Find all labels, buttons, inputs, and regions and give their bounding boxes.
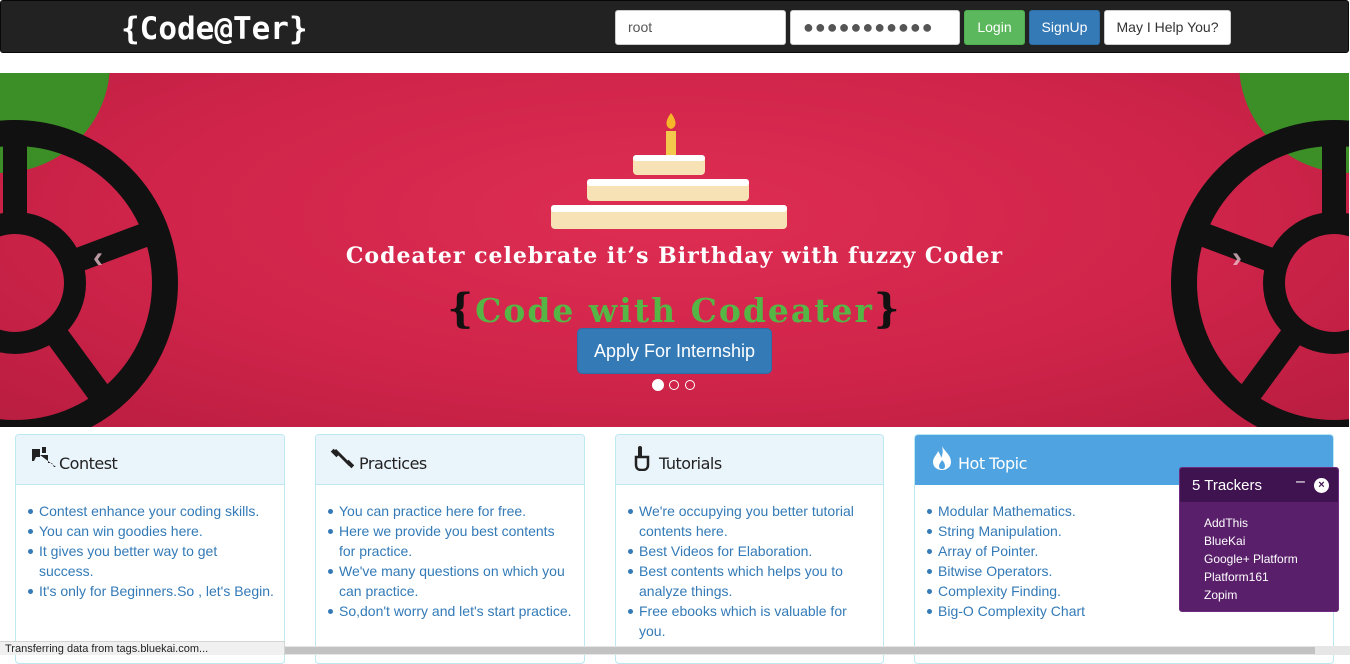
tagline-close-brace: } <box>873 285 902 332</box>
top-navbar: {Code@Ter} root ●●●●●●●●●●● Login SignUp… <box>0 0 1349 53</box>
birthday-cake-image <box>551 113 787 229</box>
list-item[interactable]: You can win goodies here. <box>26 521 274 541</box>
carousel-headline: Codeater celebrate it’s Birthday with fu… <box>345 243 1004 269</box>
close-icon[interactable]: × <box>1314 478 1329 493</box>
tracker-item: AddThis <box>1204 516 1249 530</box>
list-item[interactable]: Here we provide you best contents for pr… <box>326 521 574 561</box>
tutorials-panel-header: Tutorials <box>616 435 883 485</box>
carousel-prev-arrow-icon[interactable]: ‹ <box>93 241 103 275</box>
carousel-next-arrow-icon[interactable]: › <box>1232 241 1242 275</box>
password-input[interactable]: ●●●●●●●●●●● <box>790 10 960 45</box>
tutorials-panel-title: Tutorials <box>659 454 722 473</box>
list-item[interactable]: Best contents which helps you to analyze… <box>626 561 873 601</box>
contest-list: Contest enhance your coding skills. You … <box>16 485 284 601</box>
tutorials-list: We're occupying you better tutorial cont… <box>616 485 883 641</box>
list-item[interactable]: You can practice here for free. <box>326 501 574 521</box>
practices-panel-header: Practices <box>316 435 584 485</box>
help-button[interactable]: May I Help You? <box>1104 10 1231 45</box>
thumbs-icon <box>32 447 56 467</box>
hot-topic-panel-title: Hot Topic <box>958 454 1027 473</box>
contest-panel-title: Contest <box>59 454 118 473</box>
tutorials-panel: Tutorials We're occupying you better tut… <box>615 434 884 664</box>
apply-internship-button[interactable]: Apply For Internship <box>577 328 772 374</box>
list-item[interactable]: We're occupying you better tutorial cont… <box>626 501 873 541</box>
list-item[interactable]: It gives you better way to get success. <box>26 541 274 581</box>
list-item[interactable]: Best Videos for Elaboration. <box>626 541 873 561</box>
browser-status-bar: Transferring data from tags.bluekai.com.… <box>0 641 285 655</box>
fire-icon <box>933 446 951 470</box>
contest-panel-header: Contest <box>16 435 284 485</box>
list-item[interactable]: It's only for Beginners.So , let's Begin… <box>26 581 274 601</box>
signup-button[interactable]: SignUp <box>1029 10 1100 45</box>
tracker-item: Zopim <box>1204 588 1238 602</box>
minimize-icon[interactable]: – <box>1296 473 1305 491</box>
trackers-widget: 5 Trackers – × AddThis BlueKai Google+ P… <box>1179 467 1339 612</box>
login-button[interactable]: Login <box>964 10 1025 45</box>
dumbbell-icon <box>330 448 355 469</box>
tracker-item: Google+ Platform <box>1204 552 1298 566</box>
carousel-indicator-3[interactable] <box>685 380 695 390</box>
tracker-item: Platform161 <box>1204 570 1269 584</box>
trackers-widget-header: 5 Trackers – × <box>1180 468 1338 502</box>
horizontal-scrollbar[interactable] <box>285 646 1350 655</box>
contest-panel: Contest Contest enhance your coding skil… <box>15 434 285 664</box>
tagline-text: Code with Codeater <box>475 291 874 330</box>
trackers-title: 5 Trackers <box>1192 477 1263 494</box>
film-reel-left-decoration <box>0 120 178 427</box>
carousel-indicator-2[interactable] <box>669 380 679 390</box>
scrollbar-thumb[interactable] <box>285 647 1315 654</box>
tracker-item: BlueKai <box>1204 534 1246 548</box>
brand-logo[interactable]: {Code@Ter} <box>121 11 308 47</box>
carousel-indicator-1[interactable] <box>652 379 664 391</box>
list-item[interactable]: Free ebooks which is valuable for you. <box>626 601 873 641</box>
film-reel-right-decoration <box>1171 120 1349 427</box>
practices-panel-title: Practices <box>359 454 427 473</box>
username-input[interactable]: root <box>615 10 786 45</box>
list-item[interactable]: We've many questions on which you can pr… <box>326 561 574 601</box>
hero-carousel: Codeater celebrate it’s Birthday with fu… <box>0 73 1349 427</box>
practices-list: You can practice here for free. Here we … <box>316 485 584 621</box>
practices-panel: Practices You can practice here for free… <box>315 434 585 664</box>
list-item[interactable]: Contest enhance your coding skills. <box>26 501 274 521</box>
list-item[interactable]: So,don't worry and let's start practice. <box>326 601 574 621</box>
carousel-tagline: {Code with Codeater} <box>0 285 1349 332</box>
trackers-list: AddThis BlueKai Google+ Platform Platfor… <box>1180 502 1338 604</box>
tagline-open-brace: { <box>447 285 476 332</box>
hand-pointer-icon <box>634 446 650 471</box>
